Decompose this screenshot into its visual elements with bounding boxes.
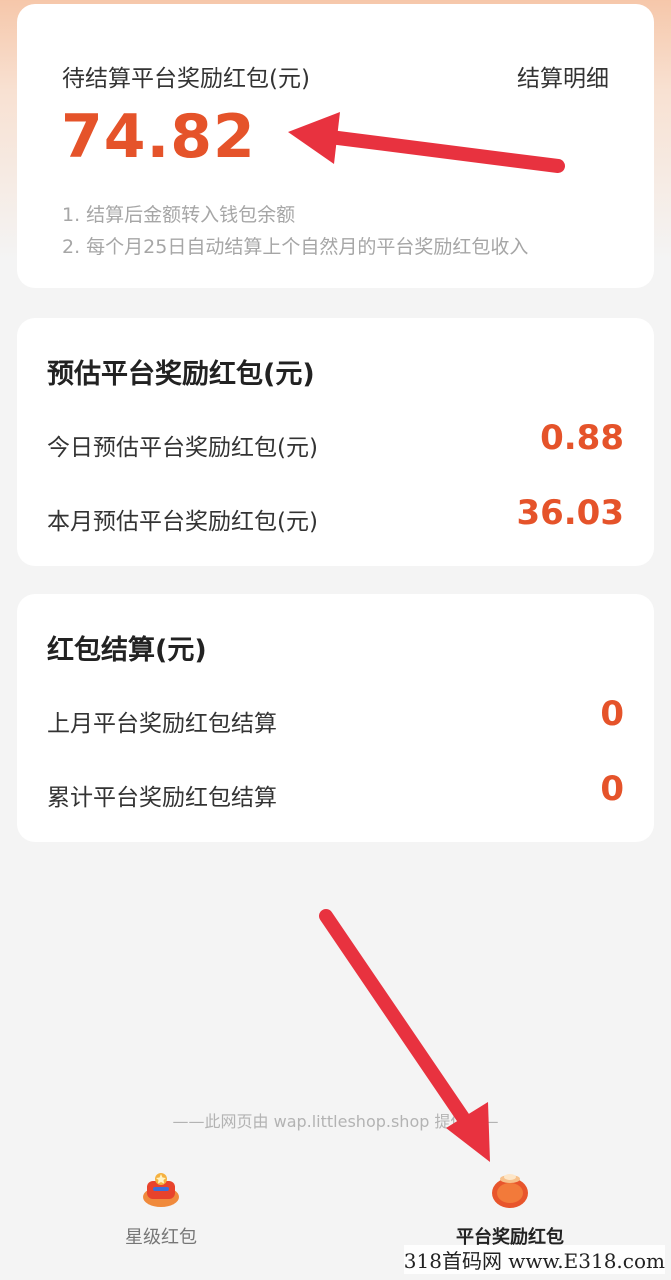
star-redpacket-icon bbox=[143, 1173, 179, 1207]
bottom-tab-bar: 星级红包 平台奖励红包 bbox=[0, 1155, 671, 1255]
last-month-settlement-label: 上月平台奖励红包结算 bbox=[47, 711, 277, 737]
settlement-card: 红包结算(元) 上月平台奖励红包结算 0 累计平台奖励红包结算 0 bbox=[17, 594, 654, 842]
provider-note: ——此网页由 wap.littleshop.shop 提供—— bbox=[172, 1112, 499, 1131]
tab-star-label: 星级红包 bbox=[125, 1227, 197, 1248]
estimate-card: 预估平台奖励红包(元) 今日预估平台奖励红包(元) 0.88 本月预估平台奖励红… bbox=[17, 318, 654, 566]
pending-note-1: 1. 结算后金额转入钱包余额 bbox=[62, 204, 296, 226]
month-estimate-value: 36.03 bbox=[516, 493, 624, 533]
platform-redpacket-icon bbox=[492, 1174, 528, 1208]
estimate-title: 预估平台奖励红包(元) bbox=[47, 359, 315, 390]
settlement-detail-link[interactable]: 结算明细 bbox=[517, 59, 609, 93]
pending-note-2: 2. 每个月25日自动结算上个自然月的平台奖励红包收入 bbox=[62, 236, 529, 258]
pending-settlement-card: 待结算平台奖励红包(元) 结算明细 74.82 1. 结算后金额转入钱包余额 2… bbox=[17, 4, 654, 288]
today-estimate-value: 0.88 bbox=[540, 418, 624, 458]
last-month-settlement-value: 0 bbox=[600, 694, 624, 734]
pending-amount: 74.82 bbox=[61, 102, 256, 172]
tab-platform-redpacket[interactable]: 平台奖励红包 bbox=[410, 1155, 610, 1249]
today-estimate-label: 今日预估平台奖励红包(元) bbox=[47, 435, 318, 461]
month-estimate-label: 本月预估平台奖励红包(元) bbox=[47, 509, 318, 535]
site-watermark: 318首码网 www.E318.com bbox=[403, 1245, 665, 1274]
total-settlement-value: 0 bbox=[600, 769, 624, 809]
tab-star-redpacket[interactable]: 星级红包 bbox=[61, 1155, 261, 1249]
total-settlement-label: 累计平台奖励红包结算 bbox=[47, 785, 277, 811]
pending-title: 待结算平台奖励红包(元) bbox=[62, 66, 310, 92]
settlement-title: 红包结算(元) bbox=[47, 635, 207, 666]
